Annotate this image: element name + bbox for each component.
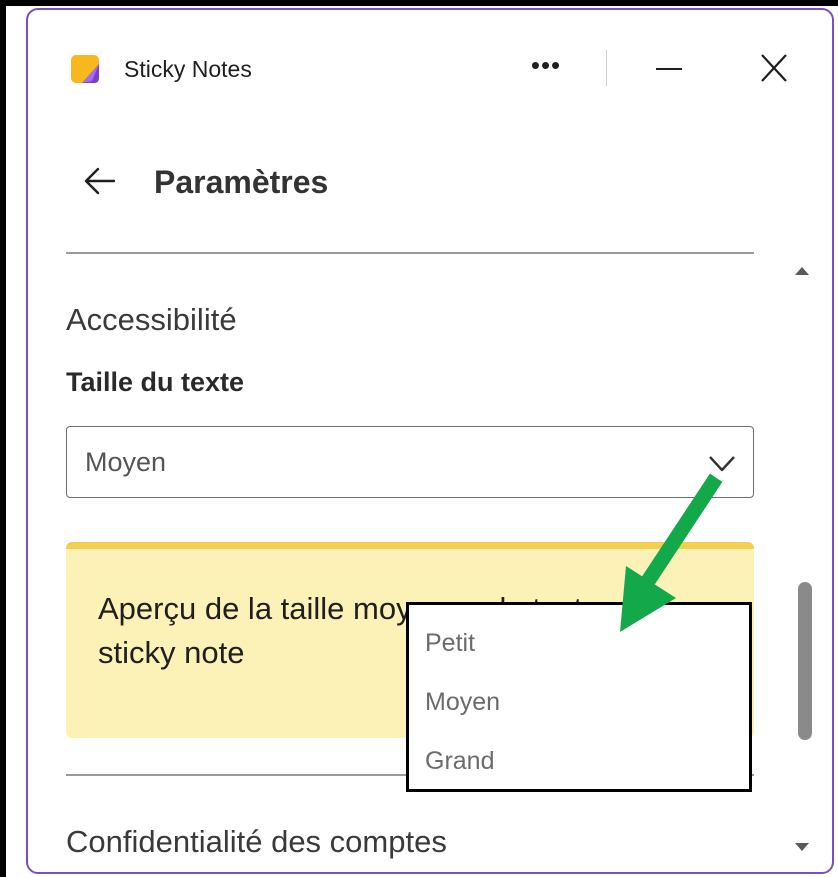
arrow-left-icon	[84, 167, 116, 195]
text-size-selected-value: Moyen	[85, 447, 167, 477]
divider-top	[66, 252, 754, 254]
page-title: Paramètres	[154, 164, 329, 200]
close-icon	[761, 54, 787, 82]
minimize-icon	[656, 68, 682, 70]
app-title: Sticky Notes	[124, 56, 252, 82]
chevron-down-icon	[709, 456, 735, 472]
dropdown-option-grand[interactable]: Grand	[425, 745, 494, 777]
scroll-up-arrow-icon[interactable]	[792, 260, 812, 282]
titlebar-separator	[606, 50, 607, 86]
dropdown-option-moyen[interactable]: Moyen	[425, 686, 500, 718]
more-options-button[interactable]: •••	[526, 50, 566, 86]
sticky-notes-window: Sticky Notes ••• Paramètres Accessibilit…	[26, 8, 834, 874]
sticky-notes-app-icon	[71, 55, 99, 83]
title-bar: Sticky Notes •••	[28, 10, 832, 126]
section-title-privacy: Confidentialité des comptes	[66, 824, 447, 859]
text-size-dropdown-list: Petit Moyen Grand	[406, 602, 752, 792]
scroll-down-arrow-icon[interactable]	[792, 836, 812, 858]
minimize-button[interactable]	[646, 50, 692, 86]
text-size-label: Taille du texte	[66, 367, 245, 397]
section-title-accessibility: Accessibilité	[66, 302, 237, 337]
text-size-select[interactable]: Moyen	[66, 426, 754, 498]
scrollbar-thumb[interactable]	[798, 582, 812, 740]
more-icon: •••	[530, 50, 562, 80]
dropdown-option-petit[interactable]: Petit	[425, 627, 475, 659]
back-button[interactable]	[80, 164, 120, 198]
close-button[interactable]	[754, 50, 794, 86]
